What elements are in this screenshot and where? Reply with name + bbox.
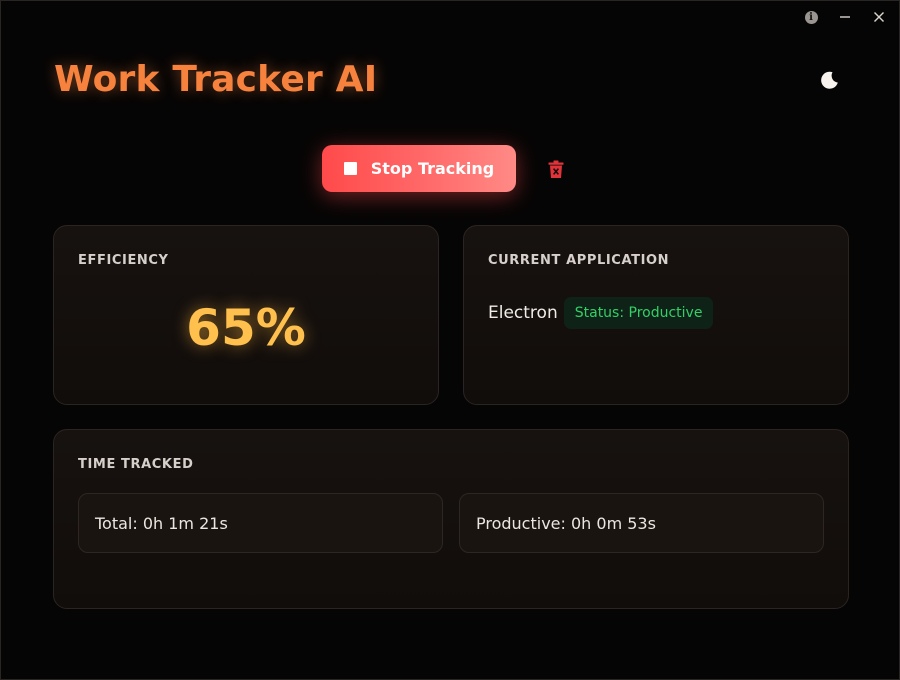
productive-time-box: Productive: 0h 0m 53s <box>459 493 824 553</box>
stop-icon <box>343 162 357 175</box>
app-window: i Work Tracker AI Stop Tracking EFFICIEN… <box>0 0 900 680</box>
total-time-box: Total: 0h 1m 21s <box>78 493 443 553</box>
minimize-button[interactable] <box>835 7 855 27</box>
status-badge: Status: Productive <box>563 297 714 329</box>
moon-icon <box>821 71 838 89</box>
stop-tracking-button[interactable]: Stop Tracking <box>322 145 516 192</box>
efficiency-value: 65% <box>186 299 306 357</box>
delete-button[interactable] <box>545 157 567 181</box>
trash-icon <box>548 160 564 178</box>
window-controls: i <box>801 7 889 27</box>
time-tracked-title: TIME TRACKED <box>78 457 194 472</box>
info-button[interactable]: i <box>801 7 821 27</box>
close-button[interactable] <box>869 7 889 27</box>
info-icon: i <box>804 10 818 24</box>
efficiency-title: EFFICIENCY <box>78 253 169 268</box>
total-time-value: Total: 0h 1m 21s <box>95 513 228 533</box>
efficiency-card: EFFICIENCY 65% <box>53 225 439 405</box>
productive-time-value: Productive: 0h 0m 53s <box>476 513 656 533</box>
theme-toggle-button[interactable] <box>816 67 842 93</box>
current-application-card: CURRENT APPLICATION Electron Status: Pro… <box>463 225 849 405</box>
current-application-title: CURRENT APPLICATION <box>488 253 670 268</box>
application-name: Electron <box>488 303 558 323</box>
current-application-row: Electron Status: Productive <box>488 297 714 329</box>
app-title: Work Tracker AI <box>54 59 378 100</box>
close-icon <box>874 12 884 22</box>
stop-tracking-label: Stop Tracking <box>370 159 495 178</box>
time-tracked-card: TIME TRACKED Total: 0h 1m 21s Productive… <box>53 429 849 609</box>
minimize-icon <box>840 16 850 18</box>
